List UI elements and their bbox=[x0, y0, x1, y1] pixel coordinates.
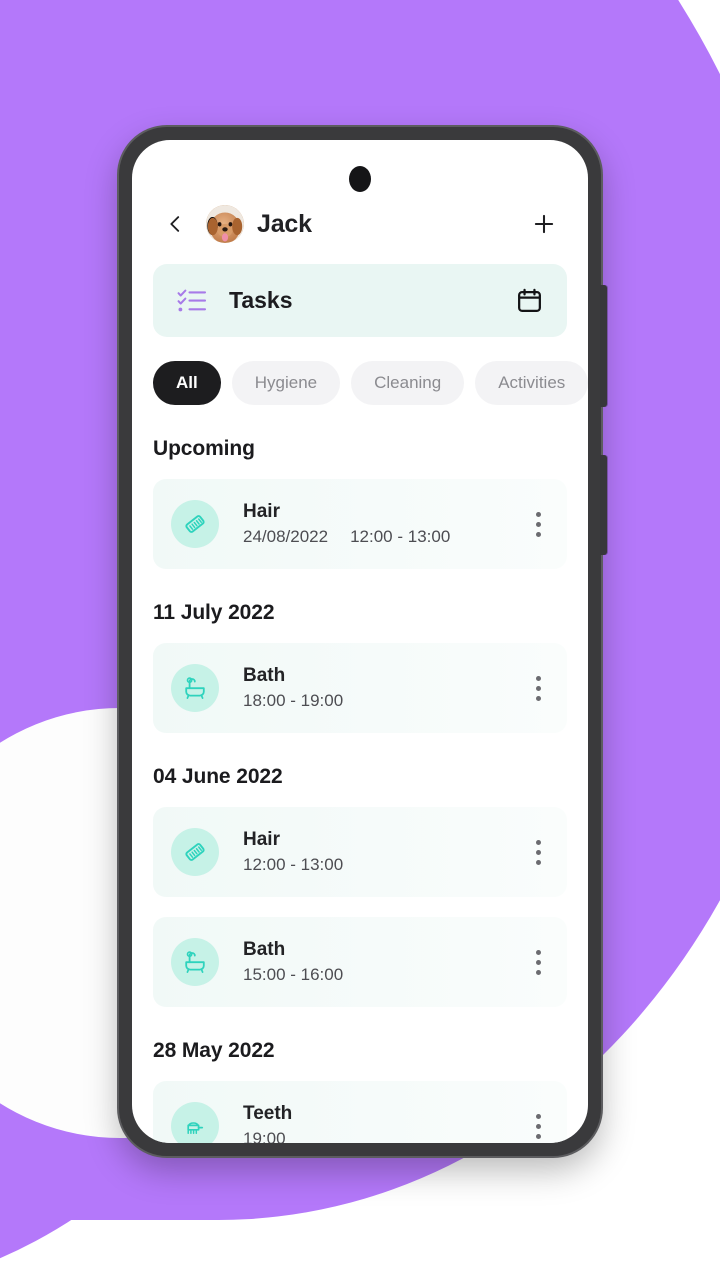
task-date: 24/08/2022 bbox=[243, 527, 329, 546]
section-title-may: 28 May 2022 bbox=[153, 1039, 275, 1062]
task-text: Teeth 19:00 bbox=[243, 1103, 292, 1143]
task-options-button[interactable] bbox=[532, 506, 545, 543]
dog-avatar-image bbox=[206, 205, 244, 243]
page-title: Jack bbox=[257, 209, 312, 238]
task-time: 19:00 bbox=[243, 1129, 286, 1143]
task-title: Bath bbox=[243, 939, 286, 960]
tasks-bar-label: Tasks bbox=[229, 287, 293, 313]
task-icon-wrapper bbox=[171, 938, 219, 986]
task-text: Bath 15:00 - 16:00 bbox=[243, 939, 343, 985]
filter-chip-all[interactable]: All bbox=[153, 361, 221, 405]
task-options-button[interactable] bbox=[532, 834, 545, 871]
task-row[interactable]: Teeth 19:00 bbox=[153, 1081, 567, 1143]
task-title: Bath bbox=[243, 665, 286, 686]
back-button[interactable] bbox=[158, 207, 192, 241]
calendar-button[interactable] bbox=[516, 287, 543, 314]
task-title: Teeth bbox=[243, 1103, 293, 1124]
power-button[interactable] bbox=[600, 455, 607, 555]
task-options-button[interactable] bbox=[532, 1108, 545, 1144]
bathtub-icon bbox=[185, 951, 205, 973]
task-title: Hair bbox=[243, 501, 280, 522]
task-meta: 12:00 - 13:00 bbox=[243, 855, 343, 875]
calendar-icon bbox=[518, 288, 541, 312]
filter-chip-activities[interactable]: Activities bbox=[475, 361, 588, 405]
filter-chip-cleaning[interactable]: Cleaning bbox=[351, 361, 465, 405]
section-title-july: 11 July 2022 bbox=[153, 601, 275, 624]
phone-mockup: Jack Tasks All Hygiene Cleaning Activiti… bbox=[119, 127, 607, 1156]
comb-icon bbox=[185, 843, 205, 861]
toothbrush-icon bbox=[187, 1122, 204, 1134]
task-icon-wrapper bbox=[171, 664, 219, 712]
task-row[interactable]: Hair 12:00 - 13:00 bbox=[153, 807, 567, 897]
task-time: 15:00 - 16:00 bbox=[243, 965, 344, 984]
add-task-button[interactable] bbox=[526, 206, 562, 242]
section-title-upcoming: Upcoming bbox=[153, 437, 255, 460]
task-text: Hair 12:00 - 13:00 bbox=[243, 829, 343, 875]
task-meta: 18:00 - 19:00 bbox=[243, 691, 343, 711]
task-meta: 24/08/2022 12:00 - 13:00 bbox=[243, 527, 450, 547]
task-row[interactable]: Hair 24/08/2022 12:00 - 13:00 bbox=[153, 479, 567, 569]
task-options-button[interactable] bbox=[532, 670, 545, 707]
task-icon-wrapper bbox=[171, 828, 219, 876]
task-text: Bath 18:00 - 19:00 bbox=[243, 665, 343, 711]
filter-chip-hygiene[interactable]: Hygiene bbox=[231, 361, 341, 405]
task-options-button[interactable] bbox=[532, 944, 545, 981]
avatar[interactable] bbox=[206, 205, 244, 243]
task-text: Hair 24/08/2022 12:00 - 13:00 bbox=[243, 501, 450, 547]
task-time: 12:00 - 13:00 bbox=[243, 855, 344, 874]
task-time: 12:00 - 13:00 bbox=[350, 527, 451, 546]
bathtub-icon bbox=[185, 677, 205, 699]
front-camera bbox=[349, 166, 371, 192]
task-row[interactable]: Bath 15:00 - 16:00 bbox=[153, 917, 567, 1007]
task-meta: 15:00 - 16:00 bbox=[243, 965, 343, 985]
chevron-left-icon bbox=[170, 216, 180, 232]
task-icon-wrapper bbox=[171, 1102, 219, 1143]
task-meta: 19:00 bbox=[243, 1129, 292, 1143]
task-icon-wrapper bbox=[171, 500, 219, 548]
section-title-june: 04 June 2022 bbox=[153, 765, 283, 788]
app-header: Jack bbox=[132, 140, 588, 250]
task-row[interactable]: Bath 18:00 - 19:00 bbox=[153, 643, 567, 733]
task-title: Hair bbox=[243, 829, 280, 850]
tasks-bar[interactable]: Tasks bbox=[153, 264, 567, 337]
task-time: 18:00 - 19:00 bbox=[243, 691, 344, 710]
plus-icon bbox=[534, 214, 554, 234]
checklist-icon bbox=[177, 289, 207, 311]
volume-button[interactable] bbox=[600, 285, 607, 407]
phone-screen: Jack Tasks All Hygiene Cleaning Activiti… bbox=[132, 140, 588, 1143]
filter-chip-row: All Hygiene Cleaning Activities bbox=[132, 337, 588, 405]
task-list: Upcoming Hair 24/08/2022 12:00 - 13:00 1… bbox=[132, 437, 588, 1143]
comb-icon bbox=[185, 515, 205, 533]
